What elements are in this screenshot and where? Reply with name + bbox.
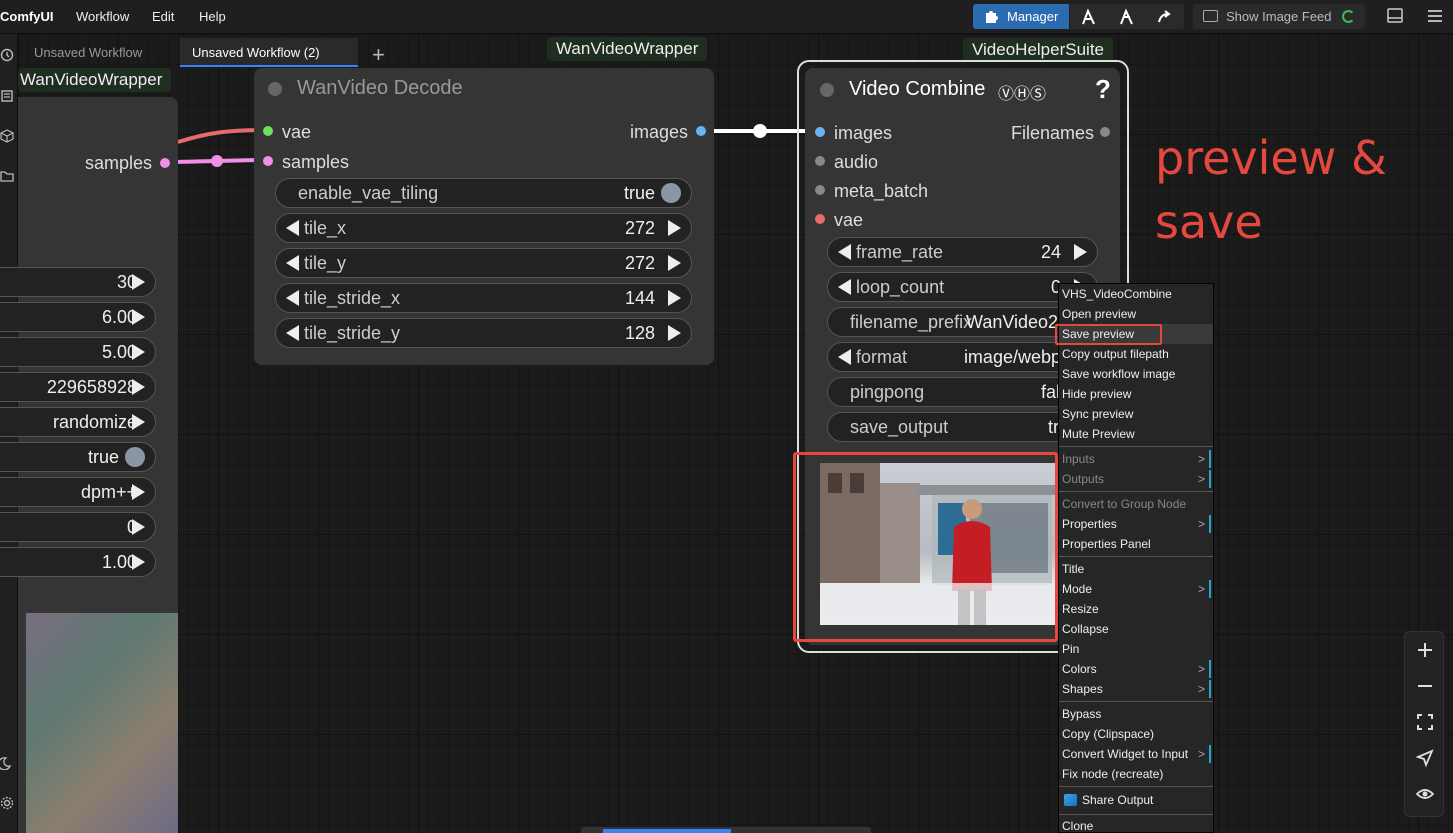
samples-output-slot[interactable] [160, 158, 170, 168]
menu-clone[interactable]: Clone [1062, 816, 1093, 833]
menu-pin[interactable]: Pin [1062, 639, 1079, 659]
node-title[interactable]: Video Combine [849, 78, 985, 101]
menu-fix-node[interactable]: Fix node (recreate) [1062, 764, 1163, 784]
sampler-widget-control[interactable]: randomize [0, 407, 156, 437]
widget-tile-stride-x[interactable]: tile_stride_x 144 [275, 283, 692, 313]
preview-highlight-box [793, 452, 1058, 642]
bottom-panel-indicator [603, 829, 731, 833]
menu-share-output[interactable]: Share Output [1082, 790, 1153, 810]
zoom-out-icon[interactable] [1415, 676, 1435, 696]
images-output-label: images [630, 122, 689, 142]
vae-input-slot[interactable] [815, 214, 825, 224]
navigate-icon[interactable] [1415, 748, 1435, 768]
fit-view-icon[interactable] [1415, 712, 1435, 732]
widget-frame-rate[interactable]: frame_rate 24 [827, 237, 1098, 267]
annotation-text: preview & save [1155, 126, 1387, 254]
filenames-output-label: Filenames [1011, 123, 1095, 143]
sampler-widget-seed[interactable]: 229658928 [0, 372, 156, 402]
eye-icon[interactable] [1415, 784, 1435, 804]
menu-collapse[interactable]: Collapse [1062, 619, 1109, 639]
menu-copy-output-filepath[interactable]: Copy output filepath [1062, 344, 1169, 364]
menu-hide-preview[interactable]: Hide preview [1062, 384, 1131, 404]
canvas-zoom-controls [1404, 631, 1444, 817]
menu-title[interactable]: Title [1062, 559, 1084, 579]
menu-save-workflow-image[interactable]: Save workflow image [1062, 364, 1175, 384]
menu-convert-to-group-node[interactable]: Convert to Group Node [1062, 494, 1186, 514]
bottom-panel-handle[interactable] [581, 827, 871, 833]
images-link-midpoint [753, 124, 767, 138]
menu-properties-panel[interactable]: Properties Panel [1062, 534, 1151, 554]
annotation-line-1: preview & [1155, 131, 1387, 185]
save-preview-highlight [1055, 324, 1162, 345]
vae-input-label: vae [282, 122, 312, 142]
menu-mode[interactable]: Mode [1062, 579, 1092, 599]
widget-tile-x[interactable]: tile_x 272 [275, 213, 692, 243]
filenames-output-slot[interactable] [1100, 127, 1110, 137]
node-collapse-dot[interactable] [820, 83, 834, 97]
sampler-widget-cfg[interactable]: 6.00 [0, 302, 156, 332]
menu-properties[interactable]: Properties [1062, 514, 1117, 534]
menu-shapes[interactable]: Shapes [1062, 679, 1103, 699]
vae-input-slot[interactable] [263, 126, 273, 136]
sampler-widget-scheduler[interactable]: dpm++ [0, 477, 156, 507]
sampler-preview-image [26, 613, 178, 833]
node-context-menu: VHS_VideoCombine Open preview Save previ… [1055, 283, 1214, 833]
samples-input-slot[interactable] [263, 156, 273, 166]
widget-tile-stride-y[interactable]: tile_stride_y 128 [275, 318, 692, 348]
context-menu-title: VHS_VideoCombine [1062, 287, 1172, 301]
images-input-slot[interactable] [815, 127, 825, 137]
zoom-in-icon[interactable] [1415, 640, 1435, 660]
menu-colors[interactable]: Colors [1062, 659, 1097, 679]
menu-mute-preview[interactable]: Mute Preview [1062, 424, 1135, 444]
samples-output-label: samples [85, 153, 153, 173]
node-title[interactable]: WanVideo Decode [297, 77, 463, 100]
menu-inputs[interactable]: Inputs [1062, 449, 1095, 469]
node-links [163, 124, 820, 167]
menu-bypass[interactable]: Bypass [1062, 704, 1101, 724]
sampler-widget-shift[interactable]: 5.00 [0, 337, 156, 367]
share-icon [1064, 794, 1077, 806]
samples-link-midpoint [211, 155, 223, 167]
menu-convert-widget-to-input[interactable]: Convert Widget to Input [1062, 744, 1188, 764]
menu-resize[interactable]: Resize [1062, 599, 1099, 619]
widget-tile-y[interactable]: tile_y 272 [275, 248, 692, 278]
menu-outputs[interactable]: Outputs [1062, 469, 1104, 489]
vae-input-label: vae [834, 210, 864, 230]
help-icon[interactable]: ? [1095, 74, 1111, 105]
annotation-line-2: save [1155, 195, 1263, 249]
meta-batch-input-label: meta_batch [834, 181, 929, 201]
images-output-slot[interactable] [696, 126, 706, 136]
sampler-widget-denoise[interactable]: 1.00 [0, 547, 156, 577]
samples-input-label: samples [282, 152, 350, 172]
sampler-widget-steps[interactable]: 30 [0, 267, 156, 297]
menu-copy-clipspace[interactable]: Copy (Clipspace) [1062, 724, 1154, 744]
sampler-widget-toggle[interactable]: true [0, 442, 156, 472]
audio-input-label: audio [834, 152, 879, 172]
widget-enable-vae-tiling[interactable]: enable_vae_tiling true [275, 178, 692, 208]
menu-open-preview[interactable]: Open preview [1062, 304, 1136, 324]
node-collapse-dot[interactable] [268, 82, 282, 96]
menu-sync-preview[interactable]: Sync preview [1062, 404, 1133, 424]
audio-input-slot[interactable] [815, 156, 825, 166]
images-input-label: images [834, 123, 893, 143]
vhs-badge-icon: ⓋⒽⓈ [998, 86, 1047, 103]
sampler-widget-start[interactable]: 0 [0, 512, 156, 542]
meta-batch-input-slot[interactable] [815, 185, 825, 195]
